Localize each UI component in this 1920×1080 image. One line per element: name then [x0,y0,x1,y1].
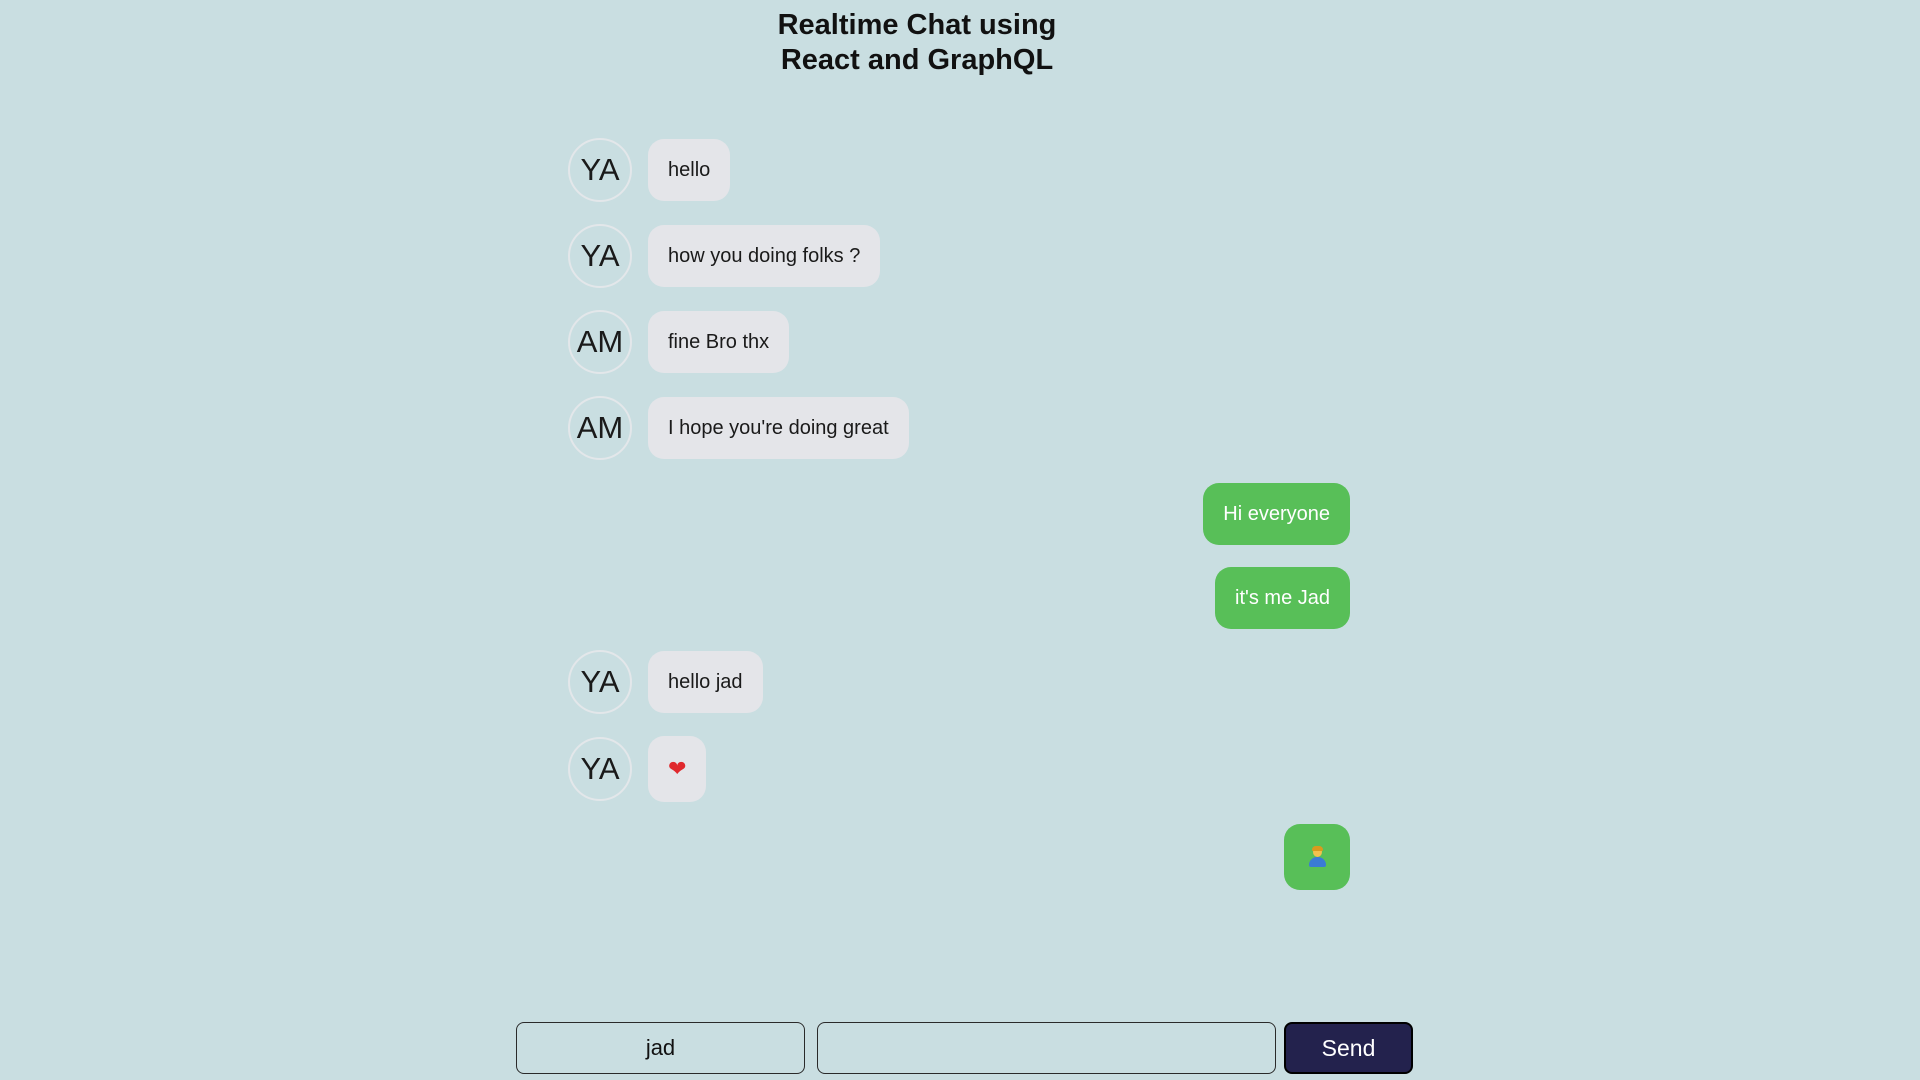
avatar: AM [568,396,632,460]
message-input[interactable] [817,1022,1276,1074]
message-row: AM I hope you're doing great [568,396,1350,460]
own-message-row: Hi everyone [568,482,1350,546]
avatar: YA [568,138,632,202]
heart-icon: ❤ [668,756,687,781]
own-message-row [568,824,1350,890]
page-title: Realtime Chat using React and GraphQL [0,8,1834,78]
own-message-bubble: it's me Jad [1215,567,1350,629]
avatar: YA [568,650,632,714]
message-bubble: how you doing folks ? [648,225,881,287]
message-row: YA how you doing folks ? [568,224,1350,288]
message-bubble: hello jad [648,651,763,713]
page-title-line-1: Realtime Chat using [777,9,1057,41]
message-bubble: I hope you're doing great [648,397,909,459]
own-message-row: it's me Jad [568,566,1350,630]
own-message-bubble [1284,824,1350,890]
message-row: YA hello [568,138,1350,202]
message-bubble: hello [648,139,731,201]
avatar: AM [568,310,632,374]
message-row: YA ❤ [568,736,1350,802]
send-button[interactable]: Send [1284,1022,1413,1074]
avatar: YA [568,737,632,801]
avatar: YA [568,224,632,288]
message-bubble: fine Bro thx [648,311,790,373]
own-message-bubble: Hi everyone [1203,483,1350,545]
person-icon [1308,846,1326,867]
page-title-line-2: React and GraphQL [780,44,1054,76]
message-composer: Send [516,1022,1413,1074]
message-bubble: ❤ [648,736,707,802]
message-row: AM fine Bro thx [568,310,1350,374]
message-list: YA hello YA how you doing folks ? AM fin… [568,138,1350,910]
message-row: YA hello jad [568,650,1350,714]
username-input[interactable] [516,1022,805,1074]
